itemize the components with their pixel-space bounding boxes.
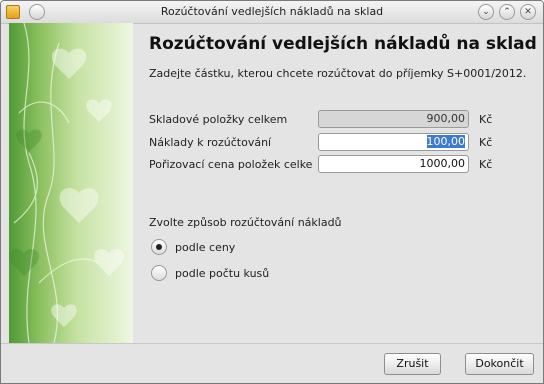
close-button[interactable]: ✕ (520, 4, 536, 20)
stock-items-total-unit: Kč (479, 113, 493, 126)
costs-to-allocate-label: Náklady k rozúčtování (149, 136, 272, 149)
radio-by-price-label[interactable]: podle ceny (175, 241, 235, 254)
wizard-side-image (9, 23, 133, 343)
wizard-window: Rozúčtování vedlejších nákladů na sklad … (0, 0, 544, 384)
cancel-button[interactable]: Zrušit (384, 353, 441, 375)
maximize-button[interactable]: ⌃ (499, 4, 515, 20)
purchase-price-total-field[interactable]: 1000,00 (318, 155, 469, 173)
costs-to-allocate-field[interactable]: 100,00 (318, 133, 469, 151)
stock-items-total-field: 900,00 (318, 110, 469, 128)
page-subtitle: Zadejte částku, kterou chcete rozúčtovat… (149, 67, 527, 80)
footer-divider (1, 343, 543, 344)
radio-selected-dot (156, 244, 162, 250)
radio-by-quantity[interactable] (151, 265, 167, 281)
leaf-pattern-image (9, 23, 124, 343)
stock-items-total-label: Skladové položky celkem (149, 113, 288, 126)
title-bar[interactable]: Rozúčtování vedlejších nákladů na sklad … (1, 1, 543, 24)
radio-by-quantity-label[interactable]: podle počtu kusů (175, 267, 269, 280)
window-title: Rozúčtování vedlejších nákladů na sklad (160, 5, 384, 18)
page-title: Rozúčtování vedlejších nákladů na sklad (149, 34, 537, 54)
purchase-price-total-unit: Kč (479, 158, 493, 171)
purchase-price-total-label: Pořizovací cena položek celkem (149, 158, 313, 171)
costs-to-allocate-unit: Kč (479, 136, 493, 149)
minimize-button[interactable]: ⌄ (478, 4, 494, 20)
allocation-method-label: Zvolte způsob rozúčtování nákladů (149, 216, 342, 229)
radio-by-price[interactable] (151, 239, 167, 255)
costs-to-allocate-value: 100,00 (426, 135, 465, 148)
finish-button[interactable]: Dokončit (465, 353, 534, 375)
